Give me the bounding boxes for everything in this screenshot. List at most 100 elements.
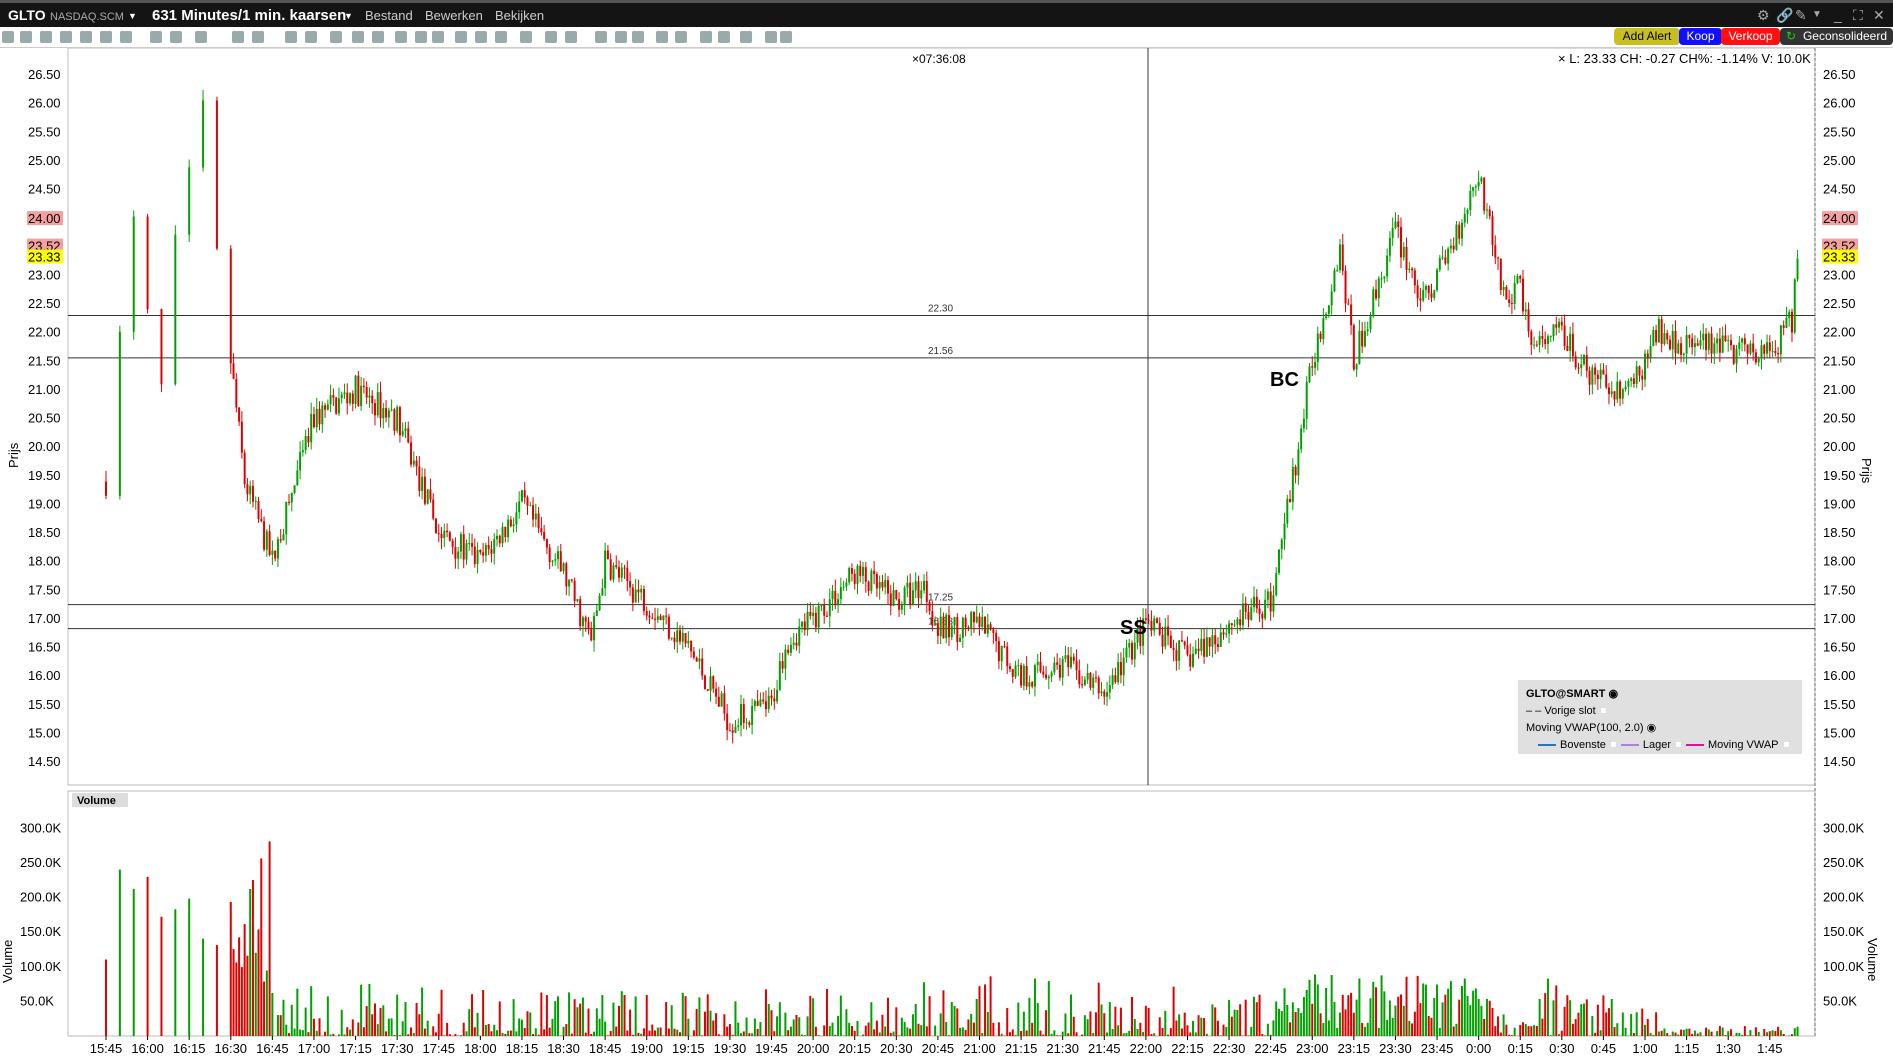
toolbar-tool-icon[interactable] [675,31,687,43]
toolbar-tool-icon[interactable] [520,31,532,43]
price-chart[interactable]: 26.50 26.50 26.00 26.00 25.50 25.50 25.00 25.00… [0,48,1893,1062]
toolbar-tool-icon[interactable] [100,31,112,43]
annotation-bc[interactable]: BC [1270,369,1299,391]
candle [1411,268,1414,271]
toolbar-tool-icon[interactable] [395,31,407,43]
volume-bar [1621,1012,1624,1036]
toolbar-tool-icon[interactable] [80,31,92,43]
volume-bar [1485,999,1488,1036]
price-pane [67,48,1816,786]
toolbar-tool-icon[interactable] [700,31,712,43]
toolbar-tool-icon[interactable] [352,31,364,43]
close-icon[interactable]: ✕ [1873,7,1885,24]
pin-icon[interactable]: ✎ [1795,7,1807,24]
symbol-dropdown-icon[interactable]: ▼ [128,11,137,21]
toggle-checkbox[interactable] [1675,741,1683,748]
minimize-icon[interactable]: _ [1834,7,1842,23]
toolbar-tool-icon[interactable] [2,31,14,43]
sell-button[interactable]: Verkoop [1721,28,1780,45]
annotation-ss[interactable]: SS [1120,617,1147,639]
legend-study: Moving VWAP(100, 2.0) [1526,722,1644,734]
candle [490,549,493,554]
toolbar-tool-icon[interactable] [170,31,182,43]
toolbar-tool-icon[interactable] [195,31,207,43]
add-alert-button[interactable]: Add Alert [1614,28,1680,45]
toolbar-tool-icon[interactable] [285,31,297,43]
menu-bekijken[interactable]: Bekijken [495,8,544,23]
candle [595,610,598,617]
candle [235,378,238,408]
toolbar-tool-icon[interactable] [780,31,792,43]
candle [1663,332,1666,344]
volume-bar [1219,1035,1222,1036]
toolbar-tool-icon[interactable] [232,31,244,43]
toolbar-tool-icon[interactable] [330,31,342,43]
candle [379,392,382,419]
timeframe-selector[interactable]: 631 Minutes/1 min. kaarsen [152,7,346,24]
volume-bar [1341,994,1344,1036]
volume-bar [1114,1006,1117,1036]
volume-bar [471,994,474,1036]
toolbar-tool-icon[interactable] [545,31,557,43]
toggle-checkbox[interactable] [1599,707,1607,714]
candle [745,722,748,724]
candle [335,397,338,414]
candle [1527,309,1530,332]
volume-bar [232,949,235,1036]
toolbar-tool-icon[interactable] [20,31,32,43]
menu-bestand[interactable]: Bestand [365,8,413,23]
toolbar-tool-icon[interactable] [475,31,487,43]
toolbar-tool-icon[interactable] [455,31,467,43]
volume-bar [1336,1027,1339,1036]
toolbar-tool-icon[interactable] [432,31,444,43]
candle [1397,221,1400,228]
link-icon[interactable]: 🔗 [1776,7,1793,24]
candle [651,617,654,619]
symbol[interactable]: GLTO [8,7,46,23]
volume-bar [997,1022,1000,1036]
menu-bewerken[interactable]: Bewerken [425,8,483,23]
toolbar-tool-icon[interactable] [595,31,607,43]
toolbar-tool-icon[interactable] [656,31,668,43]
toolbar-tool-icon[interactable] [740,31,752,43]
toolbar-tool-icon[interactable] [718,31,730,43]
toggle-checkbox[interactable] [1609,741,1617,748]
chevron-down-icon[interactable]: ▼ [1812,9,1822,20]
toolbar-tool-icon[interactable] [632,31,644,43]
candle [1674,331,1677,354]
toolbar-tool-icon[interactable] [40,31,52,43]
volume-bar [1158,1017,1161,1036]
toolbar-tool-icon[interactable] [565,31,577,43]
dash-line-icon: ‒ ‒ [1526,705,1542,717]
buy-button[interactable]: Koop [1679,28,1722,45]
consolidated-button[interactable]: ↻ Geconsolideerd [1780,28,1893,45]
toolbar-tool-icon[interactable] [415,31,427,43]
volume-bar [1668,1035,1671,1036]
exchange[interactable]: NASDAQ.SCM [50,11,124,23]
volume-bar [801,1034,804,1036]
toolbar-tool-icon[interactable] [252,31,264,43]
volume-bar [105,959,107,1036]
volume-bar [396,994,399,1036]
candle [1693,343,1696,348]
volume-bar [1602,995,1605,1036]
toolbar-tool-icon[interactable] [120,31,132,43]
timeframe-dropdown-icon[interactable]: ▼ [344,11,353,21]
gear-icon[interactable]: ⚙ [1757,7,1770,24]
candle [1250,607,1253,620]
volume-bar [1261,1033,1264,1036]
candle [1668,339,1671,350]
toggle-checkbox[interactable] [1782,741,1790,748]
candle [1449,245,1452,249]
candle [967,627,970,629]
toolbar-tool-icon[interactable] [60,31,72,43]
maximize-icon[interactable]: ⛶ [1853,7,1863,24]
volume-bar [1239,1004,1242,1036]
volume-bar [551,1018,554,1036]
toolbar-tool-icon[interactable] [615,31,627,43]
toolbar-tool-icon[interactable] [765,31,777,43]
toolbar-tool-icon[interactable] [305,31,317,43]
toolbar-tool-icon[interactable] [372,31,384,43]
toolbar-tool-icon[interactable] [150,31,162,43]
toolbar-tool-icon[interactable] [495,31,507,43]
